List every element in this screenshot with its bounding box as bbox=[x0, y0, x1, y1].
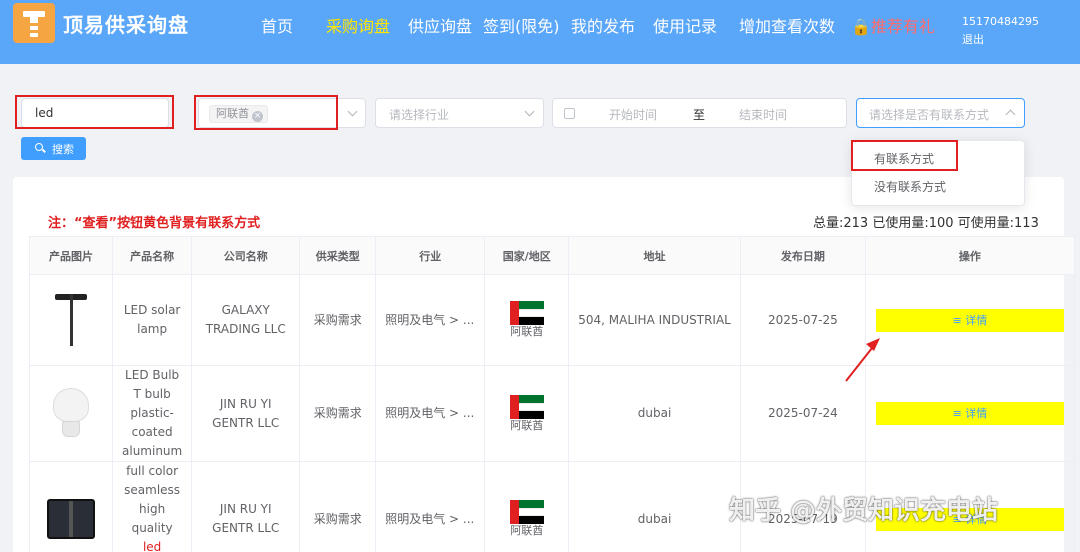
col-country: 国家/地区 bbox=[484, 236, 570, 275]
uae-flag-icon bbox=[509, 301, 544, 325]
nav-add-views[interactable]: 增加查看次数 bbox=[739, 13, 835, 37]
table-header-row: 产品图片 产品名称 公司名称 供采类型 行业 国家/地区 地址 发布日期 操作 bbox=[29, 236, 1075, 275]
address: dubai bbox=[568, 365, 741, 462]
col-industry: 行业 bbox=[375, 236, 486, 275]
table-row: LED solar lamp GALAXY TRADING LLC 采购需求 照… bbox=[29, 274, 1075, 366]
nav-checkin[interactable]: 签到(限免) bbox=[483, 13, 560, 37]
col-date: 发布日期 bbox=[739, 236, 866, 275]
product-name: full color seamless high quality led dis… bbox=[111, 461, 193, 552]
keyword-highlight-box bbox=[15, 95, 174, 129]
contact-placeholder: 请选择是否有联系方式 bbox=[869, 108, 990, 122]
publish-date: 2025-07-25 bbox=[739, 274, 866, 366]
industry: 照明及电气 > ... bbox=[375, 274, 486, 366]
country-name: 阿联酋 bbox=[510, 325, 544, 338]
search-button-label: 搜索 bbox=[52, 143, 74, 156]
option-highlight-box bbox=[851, 140, 958, 171]
logout-link[interactable]: 退出 bbox=[962, 31, 984, 47]
country-cell: 阿联酋 bbox=[484, 274, 570, 366]
publish-date: 2025-07-24 bbox=[739, 365, 866, 462]
industry-placeholder: 请选择行业 bbox=[389, 108, 450, 122]
industry-select[interactable]: 请选择行业 bbox=[375, 98, 544, 128]
nav-purchase-inquiry[interactable]: 采购询盘 bbox=[326, 13, 390, 37]
uae-flag-icon bbox=[509, 394, 544, 419]
end-date-placeholder[interactable]: 结束时间 bbox=[739, 106, 787, 123]
address: 504, MALIHA INDUSTRIAL bbox=[568, 274, 741, 366]
company-name: JIN RU YI GENTR LLC bbox=[191, 365, 301, 462]
chevron-down-icon bbox=[524, 106, 535, 117]
company-name: GALAXY TRADING LLC bbox=[191, 274, 301, 366]
solar-lamp-image bbox=[41, 290, 101, 350]
col-action: 操作 bbox=[864, 236, 1075, 275]
search-button[interactable]: 搜索 bbox=[21, 137, 86, 160]
col-product-name: 产品名称 bbox=[111, 236, 193, 275]
nav-my-posts[interactable]: 我的发布 bbox=[571, 13, 635, 37]
col-company: 公司名称 bbox=[191, 236, 301, 275]
notice-text: 注：“查看”按钮黄色背景有联系方式 bbox=[48, 216, 261, 231]
bulb-image bbox=[41, 384, 101, 444]
action-cell: ≡ 详情 bbox=[864, 365, 1075, 462]
contact-select[interactable]: 请选择是否有联系方式 bbox=[856, 98, 1025, 128]
keyword-highlight: led bbox=[142, 540, 162, 552]
action-cell: ≡ 详情 bbox=[864, 274, 1075, 366]
nav-usage-records[interactable]: 使用记录 bbox=[653, 13, 717, 37]
industry: 照明及电气 > ... bbox=[375, 461, 486, 552]
search-icon bbox=[35, 143, 43, 151]
nav-home[interactable]: 首页 bbox=[261, 13, 293, 37]
nav-supply-inquiry[interactable]: 供应询盘 bbox=[408, 13, 472, 37]
col-product-image: 产品图片 bbox=[29, 236, 113, 275]
product-name: LED solar lamp bbox=[111, 274, 193, 366]
country-name: 阿联酋 bbox=[510, 418, 544, 432]
detail-button[interactable]: ≡ 详情 bbox=[875, 402, 1064, 425]
product-image-cell bbox=[29, 461, 113, 552]
product-name: LED Bulb T bulb plastic-coated aluminum bbox=[111, 365, 193, 462]
top-header: 顶易供采询盘 首页 采购询盘 供应询盘 签到(限免) 我的发布 使用记录 增加查… bbox=[0, 0, 1080, 64]
uae-flag-icon bbox=[509, 500, 544, 524]
country-highlight-box bbox=[194, 95, 338, 130]
table-row: LED Bulb T bulb plastic-coated aluminum … bbox=[29, 365, 1075, 462]
watermark-text: 知乎 @外贸知识充电站 bbox=[729, 496, 999, 526]
col-address: 地址 bbox=[568, 236, 741, 275]
range-separator: 至 bbox=[693, 108, 706, 122]
country-name: 阿联酋 bbox=[510, 524, 544, 537]
country-cell: 阿联酋 bbox=[484, 461, 570, 552]
led-panel-image bbox=[41, 489, 101, 549]
option-no-contact[interactable]: 没有联系方式 bbox=[852, 173, 1024, 201]
company-name: JIN RU YI GENTR LLC bbox=[191, 461, 301, 552]
country-cell: 阿联酋 bbox=[484, 365, 570, 462]
product-image-cell bbox=[29, 365, 113, 462]
logo-icon[interactable] bbox=[13, 3, 55, 43]
nav-referral[interactable]: 🔒推荐有礼 bbox=[851, 13, 935, 37]
inquiry-type: 采购需求 bbox=[299, 461, 377, 552]
industry: 照明及电气 > ... bbox=[375, 365, 486, 462]
address: dubai bbox=[568, 461, 741, 552]
date-range-picker[interactable]: 开始时间 至 结束时间 bbox=[552, 98, 847, 128]
product-image-cell bbox=[29, 274, 113, 366]
brand-title[interactable]: 顶易供采询盘 bbox=[63, 9, 189, 38]
calendar-icon bbox=[564, 108, 575, 119]
inquiry-type: 采购需求 bbox=[299, 274, 377, 366]
col-type: 供采类型 bbox=[299, 236, 377, 275]
chevron-down-icon bbox=[347, 106, 358, 117]
chevron-up-icon bbox=[1005, 109, 1016, 120]
start-date-placeholder[interactable]: 开始时间 bbox=[609, 106, 657, 123]
user-phone: 15170484295 bbox=[962, 15, 1039, 28]
usage-totals: 总量:213 已使用量:100 可使用量:113 bbox=[813, 216, 1039, 231]
detail-button[interactable]: ≡ 详情 bbox=[875, 308, 1064, 332]
inquiry-type: 采购需求 bbox=[299, 365, 377, 462]
